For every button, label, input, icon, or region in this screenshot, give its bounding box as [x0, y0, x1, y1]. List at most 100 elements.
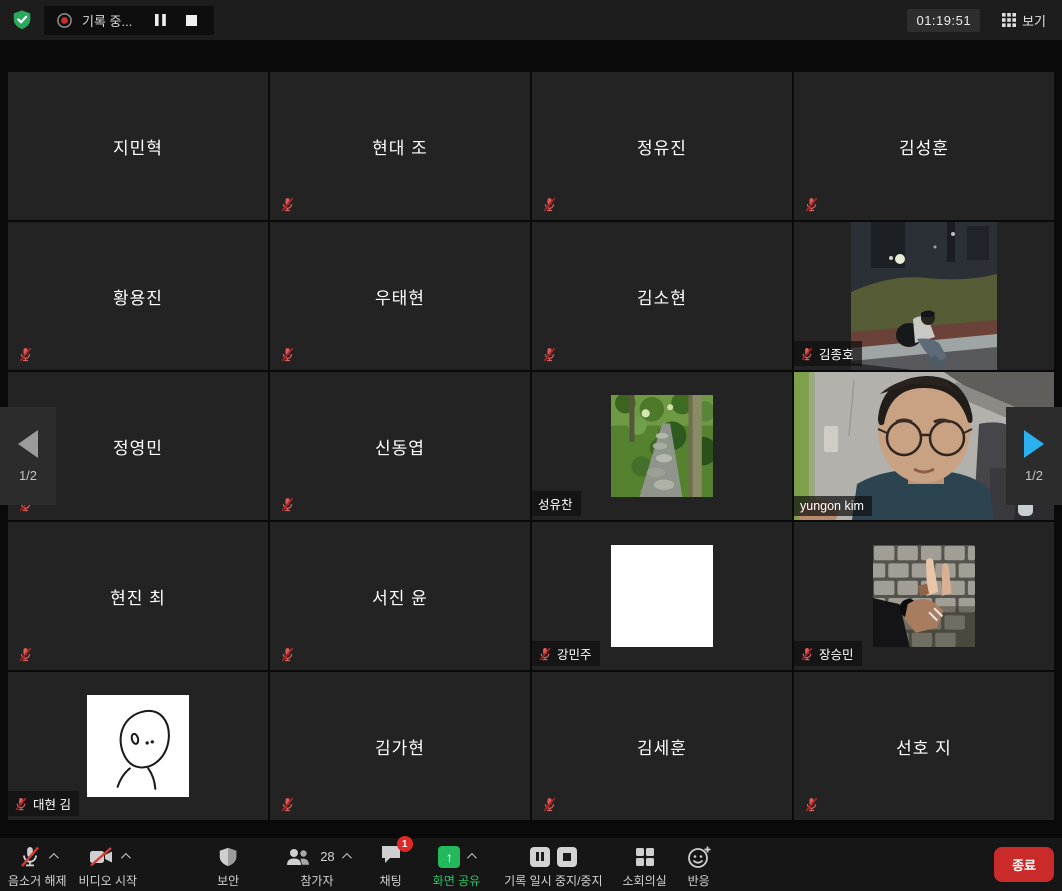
participant-name-label: 장승민: [819, 644, 854, 663]
mic-muted-icon: [280, 647, 295, 662]
participant-name: 선호 지: [794, 672, 1054, 820]
participant-name: 정유진: [532, 72, 792, 220]
participant-tile[interactable]: 김종호: [794, 222, 1054, 370]
chevron-up-icon[interactable]: [467, 853, 477, 863]
participant-tile[interactable]: 지민혁: [8, 72, 268, 220]
forest-avatar: [611, 395, 713, 497]
participant-name: 현대 조: [270, 72, 530, 220]
mic-muted-icon: [18, 647, 33, 662]
participant-name: 김세훈: [532, 672, 792, 820]
participants-count: 28: [320, 849, 334, 864]
mic-muted-icon: [14, 797, 28, 811]
meeting-timer: 01:19:51: [907, 9, 980, 32]
mic-muted-icon: [800, 647, 814, 661]
chevron-up-icon[interactable]: [49, 853, 59, 863]
pause-recording-button[interactable]: [149, 9, 171, 31]
participants-button[interactable]: 28 참가자: [285, 841, 348, 889]
view-label: 보기: [1022, 11, 1046, 30]
mic-muted-icon: [538, 647, 552, 661]
participant-tile[interactable]: 정유진: [532, 72, 792, 220]
shield-icon: [217, 846, 239, 868]
name-chip: 김종호: [794, 341, 862, 366]
reactions-smiley-icon: [687, 845, 711, 869]
participant-tile[interactable]: 대현 김: [8, 672, 268, 820]
hand-photo: [873, 545, 975, 647]
mic-muted-icon: [18, 347, 33, 362]
participant-name: 우태현: [270, 222, 530, 370]
breakout-rooms-icon: [634, 846, 656, 868]
participant-name-label: 강민주: [557, 644, 592, 663]
participant-name-label: 대현 김: [33, 794, 71, 813]
participant-name-label: 성유찬: [538, 494, 573, 513]
name-chip: yungon kim: [794, 496, 872, 516]
mic-muted-icon: [542, 797, 557, 812]
participant-name: 김가현: [270, 672, 530, 820]
meeting-info-shield-icon[interactable]: [10, 8, 34, 32]
mic-muted-icon: [542, 347, 557, 362]
chevron-up-icon[interactable]: [121, 853, 131, 863]
previous-page-arrow-icon: [18, 430, 38, 458]
participant-tile[interactable]: 김가현: [270, 672, 530, 820]
participant-tile[interactable]: 장승민: [794, 522, 1054, 670]
next-page-button[interactable]: 1/2: [1006, 407, 1062, 505]
participant-tile[interactable]: 서진 윤: [270, 522, 530, 670]
record-dot-icon: [56, 12, 73, 29]
participant-tile[interactable]: 우태현: [270, 222, 530, 370]
top-bar: 기록 중... 01:19:51 보기: [0, 0, 1062, 40]
security-button[interactable]: 보안: [217, 841, 239, 889]
previous-page-button[interactable]: 1/2: [0, 407, 56, 505]
mic-muted-icon: [280, 797, 295, 812]
pause-recording-icon[interactable]: [530, 847, 550, 867]
page-indicator: 1/2: [1025, 468, 1043, 483]
participant-tile[interactable]: 성유찬: [532, 372, 792, 520]
participant-tile[interactable]: 김성훈: [794, 72, 1054, 220]
mic-muted-icon: [18, 845, 42, 869]
breakout-rooms-button[interactable]: 소회의실: [622, 841, 666, 889]
participant-name: 황용진: [8, 222, 268, 370]
mic-muted-icon: [280, 347, 295, 362]
participant-tile[interactable]: 현진 최: [8, 522, 268, 670]
bottom-toolbar: 음소거 해제 비디오 시작 보안 28 참가자 1 채팅: [0, 838, 1062, 891]
share-screen-button[interactable]: ↑ 화면 공유: [433, 841, 481, 889]
camera-off-icon: [88, 846, 114, 868]
reactions-button[interactable]: 반응: [687, 841, 711, 889]
recording-controls[interactable]: 기록 일시 중지/중지: [504, 841, 602, 889]
participant-tile[interactable]: 황용진: [8, 222, 268, 370]
mic-muted-icon: [804, 197, 819, 212]
participants-icon: [285, 846, 311, 868]
gallery-grid-icon: [1002, 13, 1016, 27]
recording-indicator: 기록 중...: [44, 6, 214, 35]
name-chip: 강민주: [532, 641, 600, 666]
white-avatar: [611, 545, 713, 647]
participant-tile[interactable]: 김소현: [532, 222, 792, 370]
participant-name: 현진 최: [8, 522, 268, 670]
next-page-arrow-icon: [1024, 430, 1044, 458]
view-button[interactable]: 보기: [996, 7, 1052, 34]
stop-recording-button[interactable]: [180, 9, 202, 31]
start-video-button[interactable]: 비디오 시작: [79, 841, 138, 889]
chevron-up-icon[interactable]: [342, 853, 352, 863]
participant-name: 김성훈: [794, 72, 1054, 220]
chat-unread-badge: 1: [397, 836, 413, 852]
mic-muted-icon: [800, 347, 814, 361]
share-screen-icon: ↑: [438, 846, 460, 868]
end-meeting-button[interactable]: 종료: [994, 847, 1054, 882]
participant-tile[interactable]: 신동엽: [270, 372, 530, 520]
name-chip: 대현 김: [8, 791, 79, 816]
participant-name: 신동엽: [270, 372, 530, 520]
stop-recording-icon[interactable]: [557, 847, 577, 867]
participant-tile[interactable]: 강민주: [532, 522, 792, 670]
recording-label: 기록 중...: [82, 11, 132, 30]
mic-muted-icon: [280, 197, 295, 212]
night-photo: [851, 222, 997, 370]
chat-button[interactable]: 1 채팅: [379, 841, 403, 889]
page-indicator: 1/2: [19, 468, 37, 483]
participant-tile[interactable]: 현대 조: [270, 72, 530, 220]
participant-name-label: 김종호: [819, 344, 854, 363]
participant-grid: 지민혁 현대 조 정유진 김성훈 황용진 우태현 김소현: [8, 72, 1054, 820]
participant-name-label: yungon kim: [800, 499, 864, 513]
participant-tile[interactable]: 김세훈: [532, 672, 792, 820]
participant-tile[interactable]: 선호 지: [794, 672, 1054, 820]
unmute-button[interactable]: 음소거 해제: [8, 841, 67, 889]
participant-name: 지민혁: [8, 72, 268, 220]
